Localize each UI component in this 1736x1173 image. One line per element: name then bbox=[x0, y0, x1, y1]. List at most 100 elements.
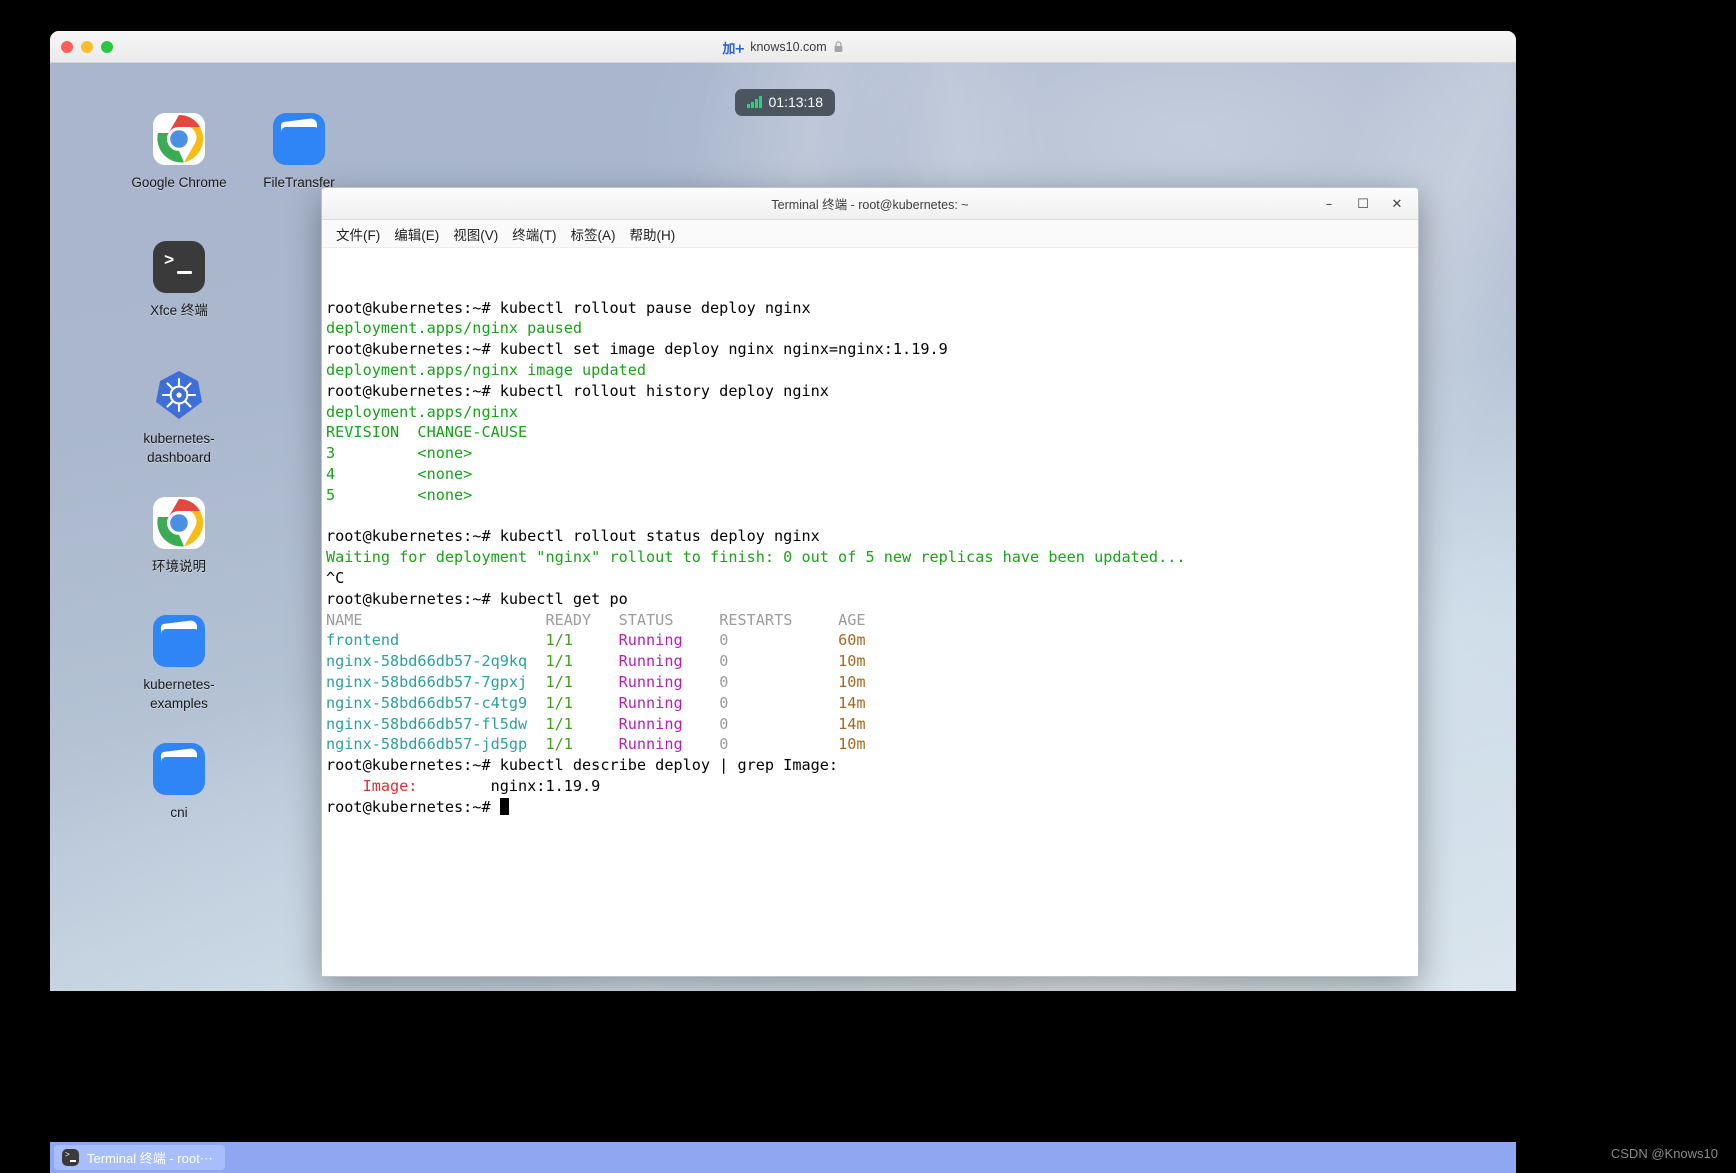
desktop-icon-kubernetes-dashboard[interactable]: kubernetes- dashboard bbox=[116, 369, 242, 467]
terminal-prompt: root@kubernetes:~# bbox=[326, 589, 500, 608]
terminal-prompt: root@kubernetes:~# bbox=[326, 797, 500, 816]
menu-edit[interactable]: 编辑(E) bbox=[388, 221, 445, 247]
menu-tabs[interactable]: 标签(A) bbox=[565, 221, 622, 247]
terminal-line: root@kubernetes:~# kubectl rollout histo… bbox=[326, 381, 1418, 402]
desktop-icon-google-chrome[interactable]: Google Chrome bbox=[116, 113, 242, 193]
pod-status: Running bbox=[618, 652, 720, 671]
chrome-icon bbox=[153, 497, 205, 549]
pod-age: 14m bbox=[838, 693, 866, 712]
terminal-line: root@kubernetes:~# kubectl rollout pause… bbox=[326, 298, 1418, 319]
pod-ready: 1/1 bbox=[545, 652, 619, 671]
watermark: CSDN @Knows10 bbox=[1610, 1146, 1718, 1161]
terminal-line: 5 <none> bbox=[326, 485, 1418, 506]
terminal-icon bbox=[62, 1149, 79, 1166]
desktop-icon-filetransfer[interactable]: FileTransfer bbox=[236, 113, 362, 193]
lock-icon bbox=[833, 41, 844, 53]
pod-name: nginx-58bd66db57-7gpxj bbox=[326, 672, 546, 691]
pod-status: Running bbox=[618, 631, 720, 650]
grep-match-label: Image: bbox=[326, 776, 418, 795]
column-header-restarts: RESTARTS bbox=[719, 610, 839, 629]
terminal-window: Terminal 终端 - root@kubernetes: ~ – ☐ ✕ 文… bbox=[321, 187, 1419, 977]
desktop-icon-label: kubernetes- dashboard bbox=[143, 431, 215, 465]
desktop-icon-huanjing-shuoming[interactable]: 环境说明 bbox=[116, 497, 242, 577]
terminal-line: 4 <none> bbox=[326, 464, 1418, 485]
terminal-line: Image: nginx:1.19.9 bbox=[326, 776, 1418, 797]
terminal-line: root@kubernetes:~# kubectl rollout statu… bbox=[326, 526, 1418, 547]
terminal-command: kubectl rollout status deploy nginx bbox=[499, 527, 820, 546]
terminal-output-area[interactable]: root@kubernetes:~# kubectl rollout pause… bbox=[322, 248, 1418, 975]
close-button[interactable]: ✕ bbox=[1380, 189, 1414, 219]
pod-name: nginx-58bd66db57-c4tg9 bbox=[326, 693, 546, 712]
table-header-row: NAME READY STATUS RESTARTS AGE bbox=[326, 610, 1418, 631]
terminal-window-title: Terminal 终端 - root@kubernetes: ~ bbox=[771, 198, 969, 212]
terminal-menubar: 文件(F) 编辑(E) 视图(V) 终端(T) 标签(A) 帮助(H) bbox=[322, 220, 1418, 248]
terminal-prompt: root@kubernetes:~# bbox=[326, 381, 500, 400]
terminal-output: 5 <none> bbox=[326, 485, 473, 504]
pod-status: Running bbox=[618, 735, 720, 754]
table-row: nginx-58bd66db57-fl5dw 1/1 Running 0 14m bbox=[326, 714, 1418, 735]
taskbar-item-terminal[interactable]: Terminal 终端 - root⋯ bbox=[54, 1145, 225, 1170]
pod-restarts: 0 bbox=[719, 631, 839, 650]
kubernetes-icon bbox=[153, 369, 205, 421]
pod-ready: 1/1 bbox=[545, 735, 619, 754]
terminal-prompt: root@kubernetes:~# bbox=[326, 756, 500, 775]
pod-ready: 1/1 bbox=[545, 631, 619, 650]
terminal-prompt: root@kubernetes:~# bbox=[326, 340, 500, 359]
pod-age: 10m bbox=[838, 672, 866, 691]
terminal-titlebar[interactable]: Terminal 终端 - root@kubernetes: ~ – ☐ ✕ bbox=[322, 188, 1418, 220]
terminal-window-controls: – ☐ ✕ bbox=[1312, 188, 1414, 220]
terminal-line: 3 <none> bbox=[326, 443, 1418, 464]
terminal-output bbox=[326, 507, 335, 525]
menu-view[interactable]: 视图(V) bbox=[447, 221, 504, 247]
terminal-line: deployment.apps/nginx paused bbox=[326, 318, 1418, 339]
address-bar[interactable]: 加+ knows10.com bbox=[50, 31, 1516, 63]
pod-age: 10m bbox=[838, 735, 866, 754]
pod-restarts: 0 bbox=[719, 714, 839, 733]
chrome-icon bbox=[153, 113, 205, 165]
desktop-icon-label: 环境说明 bbox=[152, 559, 206, 574]
desktop-icon-xfce-terminal[interactable]: Xfce 终端 bbox=[116, 241, 242, 321]
terminal-line: deployment.apps/nginx image updated bbox=[326, 360, 1418, 381]
terminal-line: root@kubernetes:~# kubectl describe depl… bbox=[326, 755, 1418, 776]
terminal-line: deployment.apps/nginx bbox=[326, 402, 1418, 423]
table-row: frontend 1/1 Running 0 60m bbox=[326, 630, 1418, 651]
terminal-line: root@kubernetes:~# kubectl get po bbox=[326, 589, 1418, 610]
column-header-ready: READY bbox=[545, 610, 619, 629]
minimize-button[interactable]: – bbox=[1312, 189, 1346, 219]
pod-name: nginx-58bd66db57-jd5gp bbox=[326, 735, 546, 754]
session-timer-badge: 01:13:18 bbox=[735, 89, 835, 116]
pod-restarts: 0 bbox=[719, 693, 839, 712]
pod-ready: 1/1 bbox=[545, 672, 619, 691]
menu-terminal[interactable]: 终端(T) bbox=[506, 221, 562, 247]
pod-name: frontend bbox=[326, 631, 546, 650]
terminal-command: kubectl rollout pause deploy nginx bbox=[499, 298, 811, 317]
terminal-icon bbox=[153, 241, 205, 293]
session-timer-value: 01:13:18 bbox=[768, 94, 824, 110]
folder-icon bbox=[153, 615, 205, 667]
pod-age: 60m bbox=[838, 631, 866, 650]
terminal-line: REVISION CHANGE-CAUSE bbox=[326, 422, 1418, 443]
desktop-icon-cni[interactable]: cni bbox=[116, 743, 242, 823]
terminal-output: 4 <none> bbox=[326, 464, 473, 483]
terminal-command: kubectl describe deploy | grep Image: bbox=[499, 756, 839, 775]
desktop-icon-label: Xfce 终端 bbox=[150, 303, 208, 318]
taskbar: Terminal 终端 - root⋯ bbox=[50, 1142, 1516, 1173]
pod-restarts: 0 bbox=[719, 672, 839, 691]
terminal-output: deployment.apps/nginx bbox=[326, 402, 519, 421]
desktop-icon-kubernetes-examples[interactable]: kubernetes- examples bbox=[116, 615, 242, 713]
menu-help[interactable]: 帮助(H) bbox=[624, 221, 682, 247]
terminal-line: ^C bbox=[326, 568, 1418, 589]
pod-status: Running bbox=[618, 693, 720, 712]
pod-name: nginx-58bd66db57-2q9kq bbox=[326, 652, 546, 671]
maximize-button[interactable]: ☐ bbox=[1346, 189, 1380, 219]
pod-restarts: 0 bbox=[719, 652, 839, 671]
site-badge-icon: 加+ bbox=[722, 41, 745, 57]
pod-age: 14m bbox=[838, 714, 866, 733]
pod-restarts: 0 bbox=[719, 735, 839, 754]
terminal-line bbox=[326, 506, 1418, 527]
browser-window: 加+ knows10.com Google Chrome FileTransfe… bbox=[50, 31, 1516, 991]
desktop-icon-label: kubernetes- examples bbox=[143, 677, 215, 711]
terminal-output: Waiting for deployment "nginx" rollout t… bbox=[326, 548, 1186, 567]
pod-status: Running bbox=[618, 714, 720, 733]
menu-file[interactable]: 文件(F) bbox=[330, 221, 386, 247]
